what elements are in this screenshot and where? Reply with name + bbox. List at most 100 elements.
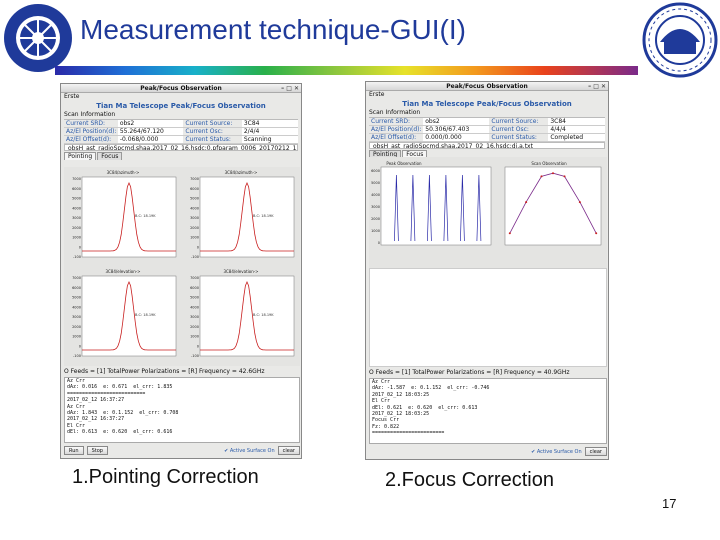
- y-tick-label: 3000: [190, 216, 199, 220]
- info-value: Scanning: [241, 136, 298, 144]
- active-surface-checkbox[interactable]: ✔ Active Surface On: [531, 449, 582, 455]
- plot-annotation: B.C: 18.19K: [135, 313, 156, 317]
- info-label: Az/El Position(d):: [64, 128, 118, 136]
- plot-annotation: B.C: 18.19K: [253, 313, 274, 317]
- info-label: Current Source:: [183, 120, 242, 128]
- clear-button[interactable]: clear: [277, 446, 300, 455]
- focus-plot-grid: Peak Observation 6000 5000 4000 3000 2000 1000…: [371, 161, 602, 246]
- info-value: 3C84: [548, 118, 605, 126]
- rainbow-divider: [55, 66, 638, 75]
- info-label: Current Status:: [183, 136, 242, 144]
- y-tick-label: 0: [197, 245, 199, 249]
- y-tick-label: 2000: [371, 217, 380, 221]
- y-tick-label: 7000: [190, 177, 199, 181]
- y-tick-label: 6000: [190, 286, 199, 290]
- y-tick-label: 5000: [190, 197, 199, 201]
- info-value: 50.306/67.403: [423, 126, 490, 134]
- log-output: Az Crr dAz: -1.587 e: 0.1.152 el_crr: -0.…: [369, 378, 607, 444]
- y-tick-label: 4000: [72, 305, 81, 309]
- focus-point: [540, 175, 543, 178]
- y-tick-label: 6000: [72, 286, 81, 290]
- info-value: -0.068/0.000: [117, 136, 184, 144]
- y-tick-label: 5000: [72, 296, 81, 300]
- y-tick-label: 5000: [190, 296, 199, 300]
- plot-frame: [81, 176, 177, 258]
- y-tick-label: -100: [191, 255, 199, 259]
- info-label: Az/El Position(d):: [369, 126, 424, 134]
- y-tick-label: -100: [73, 354, 81, 358]
- status-line: O Feeds = [1] TotalPower Polarizations =…: [64, 368, 265, 375]
- log-line: dEl: 0.613 e: 0.620 el_crr: 0.616: [67, 429, 173, 436]
- file-path: obsH_ast_radioSpcmd.shaa.2017_02_16.hsdc…: [369, 142, 605, 149]
- focus-window: Peak/Focus Observation – □ ✕ Erste Tian …: [365, 81, 609, 460]
- cas-logo: [4, 4, 72, 72]
- plot-frame: [199, 275, 295, 357]
- info-value: Completed: [548, 134, 605, 142]
- active-surface-label: Active Surface On: [536, 448, 582, 455]
- y-tick-label: 2000: [72, 226, 81, 230]
- log-line: ========================: [372, 430, 445, 437]
- info-label: Az/El Offset(d):: [369, 134, 424, 142]
- y-tick-label: 0: [197, 344, 199, 348]
- info-value: obs2: [117, 120, 184, 128]
- pointing-plot-panel: 3C84/elevation-> 7000 6000 5000 4000 3000 2000…: [72, 269, 177, 358]
- plot-annotation: B.C: 18.19K: [253, 214, 274, 218]
- info-value: 55.264/67.120: [117, 128, 184, 136]
- focus-point: [563, 175, 566, 178]
- y-tick-label: 7000: [72, 276, 81, 280]
- y-tick-label: 4000: [190, 206, 199, 210]
- peak-observation-panel: Peak Observation 6000 5000 4000 3000 2000 1000…: [371, 161, 492, 246]
- scan-info-grid: Current SRD: obs2 Current Source: 3C84 A…: [369, 117, 605, 142]
- y-tick-label: 3000: [190, 315, 199, 319]
- y-tick-label: 5000: [72, 197, 81, 201]
- y-tick-label: 4000: [190, 305, 199, 309]
- info-label: Current Osc:: [183, 128, 242, 136]
- active-surface-checkbox[interactable]: ✔ Active Surface On: [224, 448, 275, 454]
- pointing-window: Peak/Focus Observation – □ ✕ Erste Tian …: [60, 83, 302, 459]
- pointing-plot-panel: 3C84/azimuth-> 7000 6000 5000 4000 3000 2000 10…: [190, 170, 295, 259]
- tab-pointing[interactable]: Pointing: [64, 152, 97, 160]
- clear-button[interactable]: clear: [584, 447, 607, 456]
- menu-item[interactable]: Erste: [366, 91, 608, 99]
- info-label: Az/El Offset(d):: [64, 136, 118, 144]
- focus-point: [595, 232, 598, 235]
- info-label: Current SRD:: [369, 118, 424, 126]
- tab-bar: Pointing Focus: [61, 152, 301, 160]
- plot-frame: [81, 275, 177, 357]
- run-button[interactable]: Run: [64, 446, 84, 455]
- plot-frame: [504, 166, 602, 246]
- status-line: O Feeds = [1] TotalPower Polarizations =…: [369, 369, 570, 376]
- shao-logo: [642, 2, 718, 78]
- info-label: Current Source:: [489, 118, 549, 126]
- info-label: Current Status:: [489, 134, 549, 142]
- pointing-plots: 3C84/azimuth-> 7000 6000 5000 4000 3000 2000 10…: [64, 167, 300, 366]
- plot-title: Peak Observation: [386, 161, 422, 166]
- stop-button[interactable]: Stop: [86, 446, 108, 455]
- caption-focus: 2.Focus Correction: [385, 469, 554, 491]
- tab-focus[interactable]: Focus: [97, 152, 123, 160]
- file-path: obsH_ast_radioSpcmd.shaa.2017_02_16.hsdc…: [64, 144, 298, 151]
- log-output: Az Crr dAz: 0.016 e: 0.671 el_crr: 1.835 =…: [64, 377, 300, 443]
- scan-observation-panel: Scan Observation: [504, 161, 602, 246]
- menu-item[interactable]: Erste: [61, 93, 301, 101]
- y-tick-label: 3000: [72, 216, 81, 220]
- focus-point: [578, 201, 581, 204]
- focus-point: [525, 201, 528, 204]
- y-tick-label: 0: [79, 344, 81, 348]
- scan-info-label: Scan Information: [369, 109, 421, 116]
- pointing-plot-panel: 3C84/elevation-> 7000 6000 5000 4000 3000 2000…: [190, 269, 295, 358]
- window-controls[interactable]: – □ ✕: [588, 83, 606, 90]
- plot-title: 3C84/elevation->: [223, 269, 258, 274]
- y-tick-label: 0: [79, 245, 81, 249]
- app-title: Tian Ma Telescope Peak/Focus Observation: [96, 102, 266, 110]
- info-value: obs2: [423, 118, 490, 126]
- y-tick-label: 5000: [371, 181, 380, 185]
- y-tick-label: 1000: [72, 236, 81, 240]
- plot-frame: [199, 176, 295, 258]
- pointing-plot-panel: 3C84/azimuth-> 7000 6000 5000 4000 3000 2000 10…: [72, 170, 177, 259]
- y-tick-label: 7000: [190, 276, 199, 280]
- window-controls[interactable]: – □ ✕: [281, 85, 299, 92]
- plot-title: Scan Observation: [531, 161, 567, 166]
- y-tick-label: 1000: [190, 335, 199, 339]
- scan-info-grid: Current SRD: obs2 Current Source: 3C84 A…: [64, 119, 298, 144]
